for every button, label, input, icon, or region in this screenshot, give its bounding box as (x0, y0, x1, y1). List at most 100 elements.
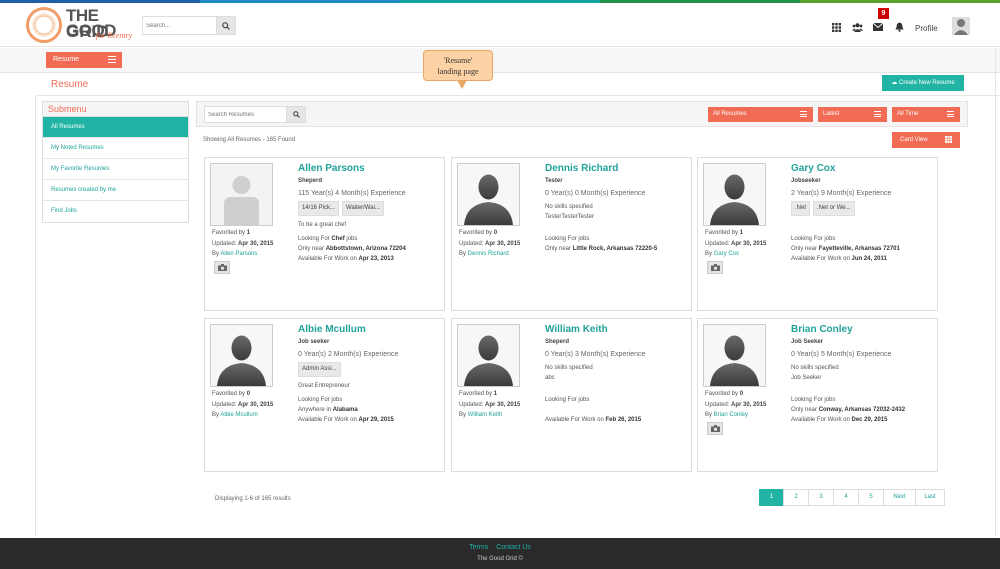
search-icon (222, 21, 230, 30)
page-3-button[interactable]: 3 (808, 489, 834, 506)
next-page-button[interactable]: Next (883, 489, 916, 506)
resume-name-link[interactable]: Dennis Richard (545, 163, 618, 174)
pagination-summary: Displaying 1-6 of 165 results (215, 496, 291, 502)
favorited-count: 1 (493, 391, 498, 397)
photo-upload-button[interactable] (707, 261, 723, 274)
author-link[interactable]: Albie Mcullum (220, 412, 257, 418)
page-4-button[interactable]: 4 (833, 489, 859, 506)
favorited-count-line: Favorited by 1 (212, 228, 273, 239)
footer-contact-link[interactable]: Contact Us (496, 544, 531, 551)
no-skills-text: No skills specified (545, 204, 593, 210)
menu-icon (947, 111, 954, 117)
site-logo[interactable]: THE GOOD GRID for Reentry (26, 7, 138, 47)
resume-search-button[interactable] (286, 107, 305, 122)
resume-photo[interactable] (210, 163, 273, 226)
skill-tag[interactable]: .Net (791, 201, 811, 216)
author-link[interactable]: Allen Parsons (220, 251, 257, 257)
resume-card[interactable]: William Keith Sheperd 0 Year(s) 3 Month(s)… (451, 318, 692, 472)
looking-for-text: Looking For jobs (545, 395, 589, 405)
skill-tag[interactable]: .Net or We... (813, 201, 855, 216)
page-2-button[interactable]: 2 (783, 489, 809, 506)
resume-search-input[interactable] (205, 107, 288, 122)
looking-for-prefix: Looking For jobs (545, 236, 590, 242)
sort-dropdown[interactable]: Latest (818, 107, 887, 122)
resume-experience: 0 Year(s) 0 Month(s) Experience (545, 190, 646, 197)
availability-prefix: Available For Work on (298, 417, 359, 423)
time-range-dropdown[interactable]: All Time (892, 107, 960, 122)
section-toolbar: Resume (0, 48, 1000, 73)
resume-photo[interactable] (457, 163, 520, 226)
favorited-count: 1 (739, 230, 744, 236)
updated-line: Updated: Apr 30, 2015 (212, 239, 273, 250)
photo-upload-button[interactable] (707, 422, 723, 435)
footer-terms-link[interactable]: Terms (469, 544, 488, 551)
avatar[interactable] (952, 17, 970, 35)
header-search-button[interactable] (216, 17, 235, 34)
resume-name-link[interactable]: Albie Mcullum (298, 324, 366, 335)
all-resumes-dropdown[interactable]: All Resumes (708, 107, 813, 122)
resume-photo[interactable] (210, 324, 273, 387)
submenu-item-all-resumes[interactable]: All Resumes (43, 117, 188, 138)
resume-card[interactable]: Brian Conley Job Seeker 0 Year(s) 5 Month(… (697, 318, 938, 472)
resume-name-link[interactable]: Allen Parsons (298, 163, 365, 174)
person-placeholder-icon (464, 174, 513, 225)
looking-for-text: Looking For Chef jobs (298, 234, 357, 244)
availability-text: Available For Work on Feb 26, 2015 (545, 415, 641, 425)
resume-experience: 2 Year(s) 9 Month(s) Experience (791, 190, 892, 197)
resume-card[interactable]: Gary Cox Jobseeker 2 Year(s) 9 Month(s) Ex… (697, 157, 938, 311)
skill-tag[interactable]: 14/16 Pick... (298, 201, 340, 216)
resume-photo[interactable] (703, 163, 766, 226)
callout-line-1: 'Resume' (443, 56, 473, 65)
time-range-dropdown-label: All Time (897, 111, 919, 117)
camera-icon (710, 264, 720, 271)
page-5-button[interactable]: 5 (858, 489, 884, 506)
updated-line: Updated: Apr 30, 2015 (212, 400, 273, 411)
location-value: Alabama (332, 407, 358, 413)
resume-photo[interactable] (457, 324, 520, 387)
looking-for-text: Looking For jobs (298, 395, 342, 405)
resume-card[interactable]: Albie Mcullum Job seeker 0 Year(s) 2 Month… (204, 318, 445, 472)
resume-summary: Job Seeker (791, 375, 822, 381)
looking-for-prefix: Looking For jobs (791, 236, 836, 242)
bell-icon[interactable] (893, 21, 905, 33)
page-1-button[interactable]: 1 (759, 489, 784, 506)
resume-menu-button[interactable]: Resume (46, 52, 122, 68)
create-new-resume-button[interactable]: ☁ Create New Resume (882, 75, 964, 91)
users-icon[interactable] (851, 21, 863, 33)
updated-line: Updated: Apr 30, 2015 (705, 239, 766, 250)
submenu-item-created-by-me[interactable]: Resumes created by me (43, 180, 188, 201)
availability-date: Apr 23, 2013 (358, 256, 394, 262)
resume-card[interactable]: Dennis Richard Tester 0 Year(s) 0 Month(s)… (451, 157, 692, 311)
card-view-button[interactable]: Card View (892, 132, 960, 148)
favorited-count: 1 (246, 230, 251, 236)
submenu-item-noted-resumes[interactable]: My Noted Resumes (43, 138, 188, 159)
resume-name-link[interactable]: William Keith (545, 324, 608, 335)
resume-name-link[interactable]: Gary Cox (791, 163, 835, 174)
author-link[interactable]: Gary Cox (714, 251, 739, 257)
author-line: By Gary Cox (705, 249, 766, 260)
results-count: Showing All Resumes - 165 Found (203, 137, 296, 143)
header-search-input[interactable] (143, 17, 217, 34)
resume-experience: 0 Year(s) 2 Month(s) Experience (298, 351, 399, 358)
author-link[interactable]: Brian Conley (714, 412, 748, 418)
availability-text: Available For Work on Jun 24, 2011 (791, 254, 887, 264)
skill-tag[interactable]: Admin Assi... (298, 362, 341, 377)
envelope-icon[interactable] (872, 21, 884, 33)
favorited-label: Favorited by (212, 391, 247, 397)
author-line: By Allen Parsons (212, 249, 273, 260)
last-page-button[interactable]: Last (915, 489, 945, 506)
resume-name-link[interactable]: Brian Conley (791, 324, 853, 335)
skill-tag[interactable]: Waiter/Wai... (342, 201, 384, 216)
submenu-item-find-jobs[interactable]: Find Jobs (43, 201, 188, 222)
apps-grid-icon[interactable] (830, 21, 842, 33)
author-link[interactable]: William Keith (468, 412, 503, 418)
submenu-item-favorite-resumes[interactable]: My Favorite Resumes (43, 159, 188, 180)
resume-search (204, 106, 306, 123)
photo-upload-button[interactable] (214, 261, 230, 274)
author-link[interactable]: Dennis Richard (468, 251, 509, 257)
resume-card[interactable]: Allen Parsons Sheperd 115 Year(s) 4 Month(… (204, 157, 445, 311)
resume-role: Jobseeker (791, 178, 821, 184)
profile-link[interactable]: Profile (915, 24, 938, 33)
notification-badge[interactable]: 9 (878, 8, 889, 19)
resume-photo[interactable] (703, 324, 766, 387)
